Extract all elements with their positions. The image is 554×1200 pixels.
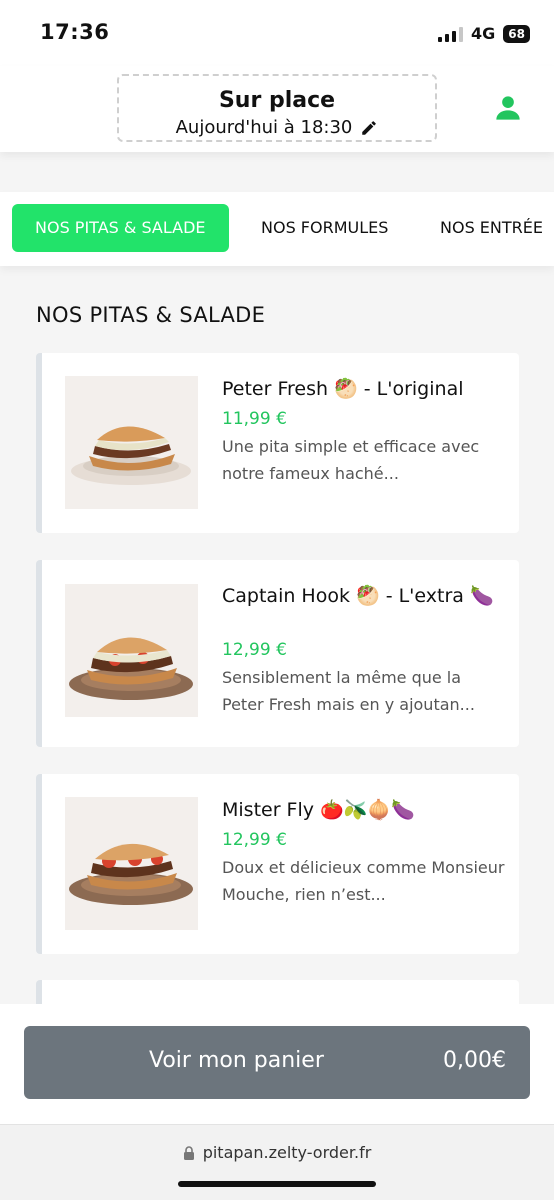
section-title: NOS PITAS & SALADE — [36, 303, 266, 327]
product-title: Captain Hook 🥙 - L'extra 🍆 — [222, 585, 494, 607]
order-time: Aujourd'hui à 18:30 — [175, 117, 353, 138]
status-indicators: 4G 68 — [438, 24, 530, 43]
product-card[interactable]: Captain Hook 🥙 - L'extra 🍆 12,99 € Sensi… — [36, 560, 519, 747]
tab-pitas-salade[interactable]: NOS PITAS & SALADE — [12, 204, 229, 252]
tab-entrees[interactable]: NOS ENTRÉE — [440, 204, 543, 252]
product-description: Une pita simple et efficace avec notre f… — [222, 437, 480, 483]
product-card[interactable]: Mister Fly 🍅🫒🧅🍆 12,99 € Doux et délicieu… — [36, 774, 519, 954]
status-bar: 17:36 4G 68 — [0, 0, 554, 66]
product-description: Doux et délicieux comme Monsieur Mouche,… — [222, 858, 505, 904]
order-mode-selector[interactable]: Sur place Aujourd'hui à 18:30 — [117, 74, 437, 142]
pencil-icon[interactable] — [360, 119, 378, 137]
product-image — [65, 584, 198, 717]
user-icon[interactable] — [494, 94, 522, 122]
network-label: 4G — [471, 24, 496, 43]
lock-icon — [183, 1145, 194, 1160]
app-page: 17:36 4G 68 Sur place Aujourd'hui à 18:3… — [0, 0, 554, 1200]
status-time: 17:36 — [40, 20, 110, 44]
home-indicator[interactable] — [178, 1181, 376, 1187]
product-price: 12,99 € — [222, 830, 287, 850]
pita-illustration — [65, 376, 198, 509]
product-title: Peter Fresh 🥙 - L'original — [222, 378, 464, 400]
product-image — [65, 376, 198, 509]
product-image — [65, 797, 198, 930]
order-time-row: Aujourd'hui à 18:30 — [119, 117, 435, 138]
pita-illustration — [65, 584, 198, 717]
signal-icon — [438, 26, 464, 42]
product-description: Sensiblement la même que la Peter Fresh … — [222, 668, 475, 714]
url-text: pitapan.zelty-order.fr — [202, 1143, 372, 1162]
cart-label: Voir mon panier — [149, 1048, 324, 1073]
cart-bar: Voir mon panier 0,00€ — [0, 1004, 554, 1124]
cart-total: 0,00€ — [443, 1048, 506, 1073]
header: Sur place Aujourd'hui à 18:30 — [0, 66, 554, 152]
product-price: 11,99 € — [222, 409, 287, 429]
category-tabs: NOS PITAS & SALADE NOS FORMULES NOS ENTR… — [0, 192, 554, 266]
battery-icon: 68 — [503, 24, 530, 43]
pita-illustration — [65, 797, 198, 930]
view-cart-button[interactable]: Voir mon panier 0,00€ — [24, 1026, 530, 1099]
product-price: 12,99 € — [222, 640, 287, 660]
product-title: Mister Fly 🍅🫒🧅🍆 — [222, 799, 415, 821]
url-row[interactable]: pitapan.zelty-order.fr — [0, 1143, 554, 1162]
product-card[interactable]: Peter Fresh 🥙 - L'original 11,99 € Une p… — [36, 353, 519, 533]
browser-url-bar: pitapan.zelty-order.fr — [0, 1124, 554, 1200]
tab-formules[interactable]: NOS FORMULES — [261, 204, 388, 252]
order-mode-title: Sur place — [218, 88, 336, 113]
